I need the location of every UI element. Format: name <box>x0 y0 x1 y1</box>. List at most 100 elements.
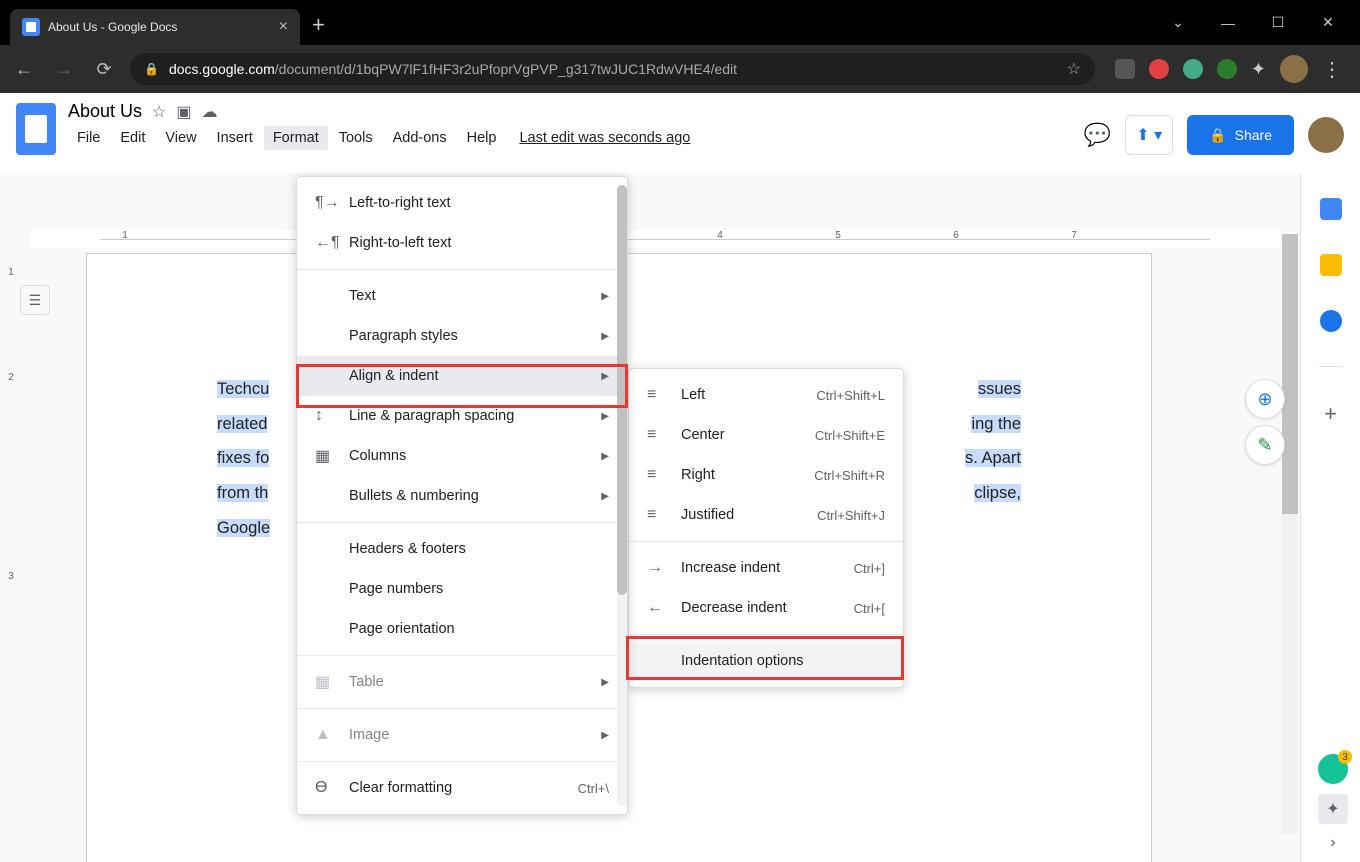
menu-item-icon: ▦ <box>315 446 335 466</box>
cloud-status-icon[interactable]: ☁ <box>202 102 218 122</box>
star-doc-icon[interactable]: ☆ <box>152 102 166 122</box>
vertical-ruler[interactable]: 1 2 3 <box>0 263 22 862</box>
format-dropdown-menu: ¶→Left-to-right text ←¶ Right-to-left text… <box>296 176 628 815</box>
hide-sidepanel-icon[interactable]: › <box>1330 834 1335 852</box>
menu-item-icon: ←¶ <box>315 234 335 252</box>
reload-button[interactable]: ⟳ <box>90 59 118 80</box>
forward-button[interactable]: → <box>50 59 78 80</box>
align-menu-item-justified[interactable]: ≡JustifiedCtrl+Shift+J <box>629 495 903 535</box>
extension-icon-1[interactable] <box>1115 59 1135 79</box>
menu-item-icon: ▦ <box>315 672 335 692</box>
explore-button[interactable]: ✦ <box>1318 794 1348 824</box>
menu-item-label: Left <box>681 387 802 403</box>
lock-icon: 🔒 <box>144 62 159 76</box>
menu-item-icon: ▲ <box>315 726 335 744</box>
menu-item-label: Page numbers <box>349 581 609 597</box>
format-menu-item-table: ▦Table▶ <box>297 662 627 702</box>
horizontal-ruler[interactable]: 1 4 5 6 7 <box>30 230 1280 248</box>
menu-item-label: Center <box>681 427 801 443</box>
submenu-arrow-icon: ▶ <box>601 291 609 302</box>
menu-item-icon: ¶→ <box>315 194 335 212</box>
menu-item-shortcut: Ctrl+Shift+R <box>814 468 885 483</box>
browser-profile-avatar[interactable] <box>1280 55 1308 83</box>
align-menu-item-right[interactable]: ≡RightCtrl+Shift+R <box>629 455 903 495</box>
submenu-arrow-icon: ▶ <box>601 331 609 342</box>
menu-edit[interactable]: Edit <box>111 126 154 150</box>
close-tab-icon[interactable]: × <box>279 18 288 36</box>
format-menu-item-right-to-left-text[interactable]: ←¶ Right-to-left text <box>297 223 627 263</box>
tablist-dropdown-icon[interactable]: ⌄ <box>1156 14 1200 31</box>
add-sidepanel-icon[interactable]: + <box>1324 401 1337 427</box>
doc-text-line: clipse, <box>974 484 1021 502</box>
vertical-scrollbar[interactable] <box>1282 234 1298 834</box>
menu-item-label: Decrease indent <box>681 600 840 616</box>
menu-item-shortcut: Ctrl+Shift+L <box>816 388 885 403</box>
extensions-puzzle-icon[interactable]: ✦ <box>1251 59 1266 80</box>
present-button[interactable]: ⬆ ▾ <box>1125 115 1173 155</box>
suggest-edits-floating-button[interactable]: ✎ <box>1245 425 1285 465</box>
grammarly-icon[interactable] <box>1318 754 1348 784</box>
keep-sidepanel-icon[interactable] <box>1320 254 1342 276</box>
align-menu-item-increase-indent[interactable]: →Increase indentCtrl+] <box>629 548 903 588</box>
minimize-button[interactable]: — <box>1206 15 1250 31</box>
menu-format[interactable]: Format <box>264 126 328 150</box>
menu-item-label: Page orientation <box>349 621 609 637</box>
tasks-sidepanel-icon[interactable] <box>1320 310 1342 332</box>
move-doc-icon[interactable]: ▣ <box>176 102 191 122</box>
extension-icon-2[interactable] <box>1149 59 1169 79</box>
show-outline-button[interactable]: ☰ <box>20 285 50 315</box>
document-title[interactable]: About Us <box>68 101 142 122</box>
menu-item-label: Right-to-left text <box>349 235 609 251</box>
menu-addons[interactable]: Add-ons <box>384 126 456 150</box>
menu-view[interactable]: View <box>156 126 205 150</box>
align-menu-item-center[interactable]: ≡CenterCtrl+Shift+E <box>629 415 903 455</box>
menu-insert[interactable]: Insert <box>208 126 262 150</box>
url-input[interactable]: 🔒 docs.google.com/document/d/1bqPW7lF1fH… <box>130 53 1095 85</box>
browser-menu-icon[interactable]: ⋮ <box>1322 57 1342 82</box>
menu-item-label: Paragraph styles <box>349 328 587 344</box>
menu-item-label: Headers & footers <box>349 541 609 557</box>
menu-help[interactable]: Help <box>458 126 506 150</box>
account-avatar[interactable] <box>1308 117 1344 153</box>
new-tab-button[interactable]: + <box>312 12 325 38</box>
format-menu-item-page-orientation[interactable]: Page orientation <box>297 609 627 649</box>
comment-history-icon[interactable]: 💬 <box>1084 122 1111 148</box>
format-menu-item-left-to-right-text[interactable]: ¶→Left-to-right text <box>297 183 627 223</box>
share-button[interactable]: 🔒 Share <box>1187 115 1294 155</box>
browser-tab[interactable]: About Us - Google Docs × <box>10 9 300 45</box>
docs-logo[interactable] <box>16 103 56 155</box>
add-comment-floating-button[interactable]: ⊕ <box>1245 379 1285 419</box>
doc-text-line: ssues <box>978 380 1021 398</box>
menu-item-icon: ≡ <box>647 506 667 524</box>
last-edit-link[interactable]: Last edit was seconds ago <box>519 126 690 150</box>
menu-file[interactable]: File <box>68 126 109 150</box>
highlight-box-align-indent <box>296 364 628 408</box>
format-menu-item-page-numbers[interactable]: Page numbers <box>297 569 627 609</box>
menu-item-label: Bullets & numbering <box>349 488 587 504</box>
close-window-button[interactable]: ✕ <box>1306 14 1350 31</box>
menu-scrollbar[interactable] <box>617 185 627 806</box>
maximize-button[interactable]: ☐ <box>1256 14 1300 31</box>
format-menu-item-bullets-numbering[interactable]: Bullets & numbering▶ <box>297 476 627 516</box>
menu-item-icon: ← <box>647 599 667 617</box>
url-text: docs.google.com/document/d/1bqPW7lF1fHF3… <box>169 61 737 77</box>
docs-header: About Us ☆ ▣ ☁ File Edit View Insert For… <box>0 93 1360 173</box>
align-menu-item-decrease-indent[interactable]: ←Decrease indentCtrl+[ <box>629 588 903 628</box>
format-menu-item-clear-formatting[interactable]: ƟClear formattingCtrl+\ <box>297 768 627 808</box>
format-menu-item-columns[interactable]: ▦Columns▶ <box>297 436 627 476</box>
menu-item-label: Text <box>349 288 587 304</box>
format-menu-item-text[interactable]: Text ▶ <box>297 276 627 316</box>
format-menu-item-headers-footers[interactable]: Headers & footers <box>297 529 627 569</box>
extension-icon-3[interactable] <box>1183 59 1203 79</box>
calendar-sidepanel-icon[interactable] <box>1320 198 1342 220</box>
format-menu-item-paragraph-styles[interactable]: Paragraph styles ▶ <box>297 316 627 356</box>
menu-item-label: Clear formatting <box>349 780 564 796</box>
bookmark-star-icon[interactable]: ☆ <box>1067 59 1081 79</box>
back-button[interactable]: ← <box>10 59 38 80</box>
extension-icon-4[interactable] <box>1217 59 1237 79</box>
menu-item-shortcut: Ctrl+] <box>854 561 885 576</box>
browser-tab-strip: About Us - Google Docs × + ⌄ — ☐ ✕ <box>0 0 1360 45</box>
menu-item-icon: ↕ <box>315 407 335 425</box>
align-menu-item-left[interactable]: ≡LeftCtrl+Shift+L <box>629 375 903 415</box>
menu-tools[interactable]: Tools <box>330 126 382 150</box>
